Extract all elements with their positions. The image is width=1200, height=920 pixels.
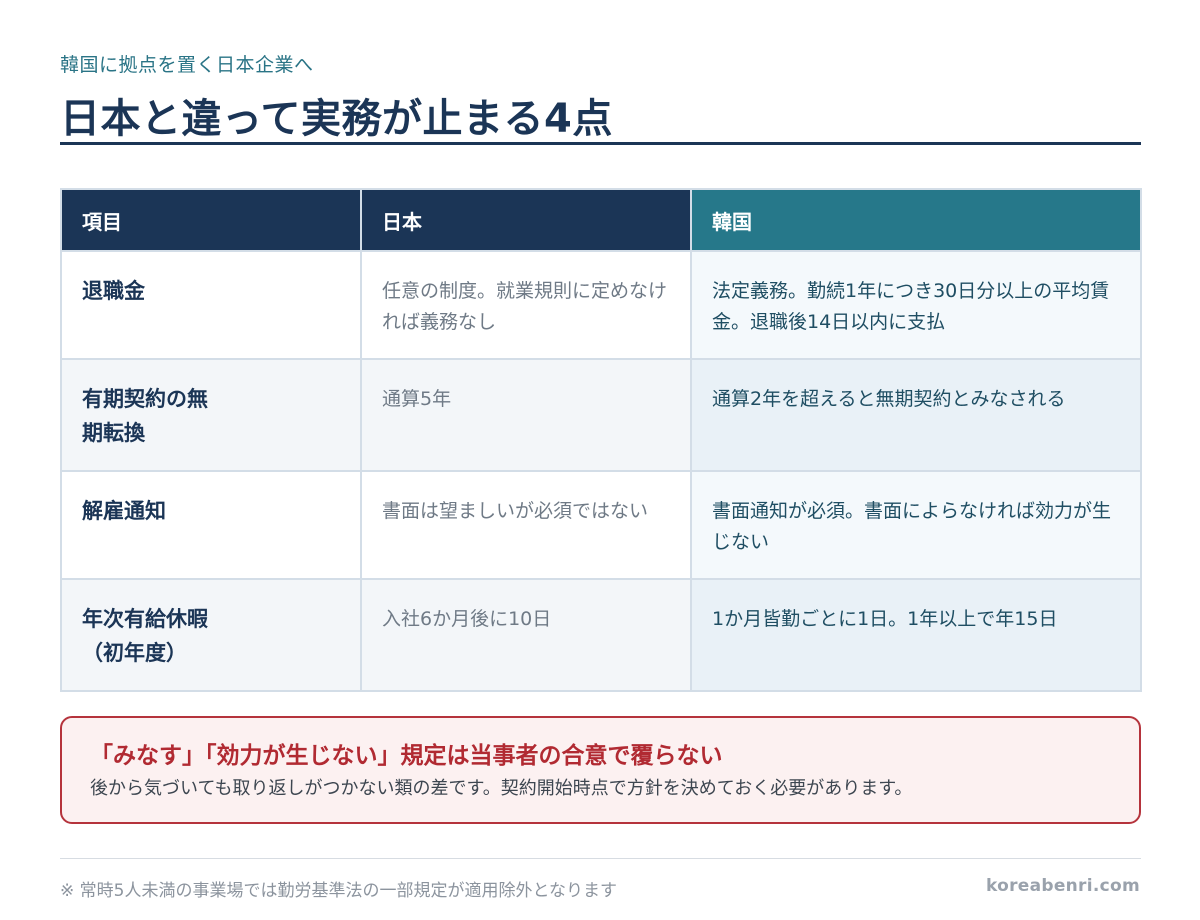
row-japan: 任意の制度。就業規則に定めなければ義務なし (360, 250, 692, 360)
title-divider (60, 142, 1141, 145)
row-korea: 書面通知が必須。書面によらなければ効力が生じない (690, 470, 1142, 580)
footnote: ※ 常時5人未満の事業場では勤労基準法の一部規定が適用除外となります (60, 881, 617, 901)
row-item-label: 年次有給休暇（初年度） (82, 607, 208, 665)
page: 韓国に拠点を置く日本企業へ 日本と違って実務が止まる4点 項目 日本 韓国 退職… (0, 0, 1200, 920)
callout-body: 後から気づいても取り返しがつかない類の差です。契約開始時点で方針を決めておく必要… (90, 778, 913, 799)
footer-divider (60, 858, 1141, 859)
row-item: 有期契約の無期転換 (60, 358, 362, 472)
column-header-japan: 日本 (360, 188, 692, 252)
row-item-label: 有期契約の無期転換 (82, 387, 208, 445)
comparison-table: 項目 日本 韓国 退職金 任意の制度。就業規則に定めなければ義務なし 法定義務。… (60, 188, 1142, 692)
row-korea: 法定義務。勤続1年につき30日分以上の平均賃金。退職後14日以内に支払 (690, 250, 1142, 360)
row-item: 年次有給休暇（初年度） (60, 578, 362, 692)
table-row: 解雇通知 書面は望ましいが必須ではない 書面通知が必須。書面によらなければ効力が… (60, 470, 1142, 580)
warning-callout: 「みなす」「効力が生じない」規定は当事者の合意で覆らない 後から気づいても取り返… (60, 716, 1141, 824)
page-title: 日本と違って実務が止まる4点 (60, 96, 613, 142)
eyebrow: 韓国に拠点を置く日本企業へ (60, 54, 314, 76)
row-korea: 1か月皆勤ごとに1日。1年以上で年15日 (690, 578, 1142, 692)
row-korea: 通算2年を超えると無期契約とみなされる (690, 358, 1142, 472)
row-item-label: 解雇通知 (82, 499, 166, 523)
table-row: 有期契約の無期転換 通算5年 通算2年を超えると無期契約とみなされる (60, 358, 1142, 472)
column-header-korea: 韓国 (690, 188, 1142, 252)
row-japan: 入社6か月後に10日 (360, 578, 692, 692)
site-url: koreabenri.com (985, 876, 1140, 896)
column-header-item: 項目 (60, 188, 362, 252)
row-japan: 通算5年 (360, 358, 692, 472)
table-row: 年次有給休暇（初年度） 入社6か月後に10日 1か月皆勤ごとに1日。1年以上で年… (60, 578, 1142, 692)
table-header-row: 項目 日本 韓国 (60, 188, 1142, 252)
row-item: 退職金 (60, 250, 362, 360)
table-row: 退職金 任意の制度。就業規則に定めなければ義務なし 法定義務。勤続1年につき30… (60, 250, 1142, 360)
row-item: 解雇通知 (60, 470, 362, 580)
row-item-label: 退職金 (82, 279, 145, 303)
row-japan: 書面は望ましいが必須ではない (360, 470, 692, 580)
callout-title: 「みなす」「効力が生じない」規定は当事者の合意で覆らない (90, 743, 723, 769)
